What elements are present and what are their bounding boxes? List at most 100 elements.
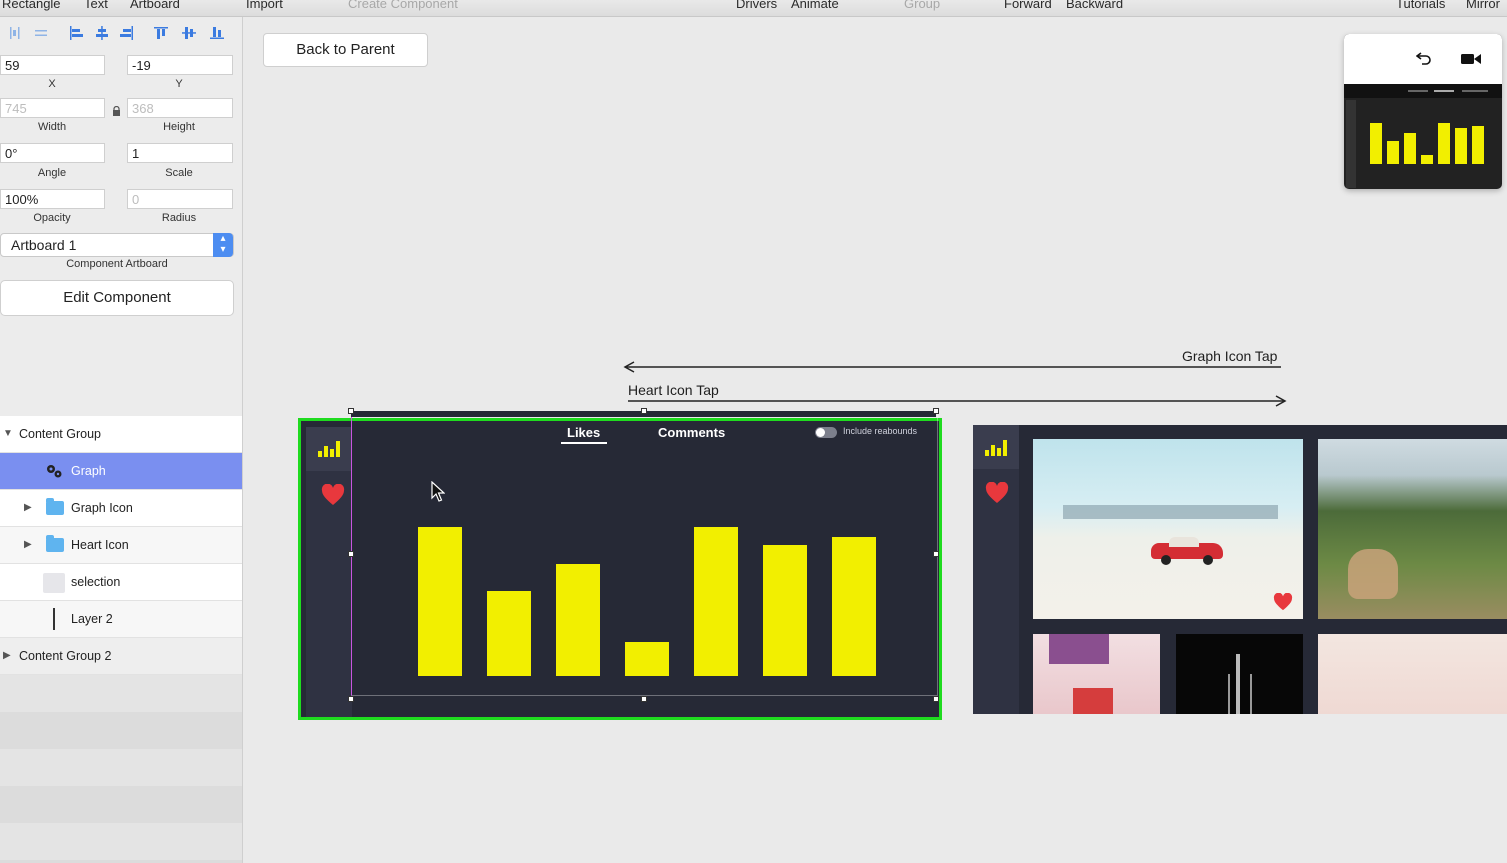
bar-chart-icon[interactable]: [985, 438, 1007, 461]
toolbar-create-component[interactable]: Create Component: [348, 0, 458, 11]
x-label: X: [48, 78, 56, 90]
bar-chart-icon[interactable]: [318, 439, 340, 462]
layer-label: selection: [71, 575, 121, 589]
collapsed-triangle-icon[interactable]: ▶: [3, 650, 11, 661]
toolbar-import[interactable]: Import: [246, 0, 283, 11]
record-video-icon[interactable]: [1461, 52, 1481, 70]
toolbar-group[interactable]: Group: [904, 0, 940, 11]
resize-handle[interactable]: [348, 408, 354, 414]
photo-landscape[interactable]: [1318, 439, 1507, 619]
graph-bar: [1421, 155, 1433, 164]
component-artboard-label: Component Artboard: [66, 258, 168, 270]
heart-icon[interactable]: [321, 483, 345, 511]
align-left-icon[interactable]: [65, 23, 87, 43]
tab-likes-underline: [561, 442, 607, 444]
toolbar-text[interactable]: Text: [84, 0, 108, 11]
graph-bar: [1387, 141, 1399, 164]
preview-sidebar: [1346, 100, 1356, 188]
distribute-vertical-icon[interactable]: [30, 23, 52, 43]
component-gears-icon: [45, 463, 63, 482]
resize-handle[interactable]: [641, 408, 647, 414]
toolbar-drivers[interactable]: Drivers: [736, 0, 777, 11]
artboard-graph[interactable]: Likes Comments Include reabounds: [298, 408, 942, 720]
transition-arrows: [623, 361, 1287, 407]
heart-icon-tap-label: Heart Icon Tap: [628, 382, 719, 398]
toggle-knob: [816, 428, 825, 437]
layer-label: Layer 2: [71, 612, 113, 626]
mouse-cursor-icon: [431, 480, 446, 508]
collapsed-triangle-icon[interactable]: ▶: [24, 539, 32, 550]
top-toolbar: Rectangle Text Artboard Import Create Co…: [0, 0, 1507, 17]
scale-field[interactable]: 1: [127, 143, 233, 163]
edit-component-button[interactable]: Edit Component: [0, 280, 234, 316]
layer-content-group[interactable]: ▼ Content Group: [0, 416, 242, 453]
select-chevron-icon: ▴ ▾: [213, 233, 233, 257]
align-right-icon[interactable]: [116, 23, 138, 43]
layer-graph-icon[interactable]: ▶ Graph Icon: [0, 490, 242, 527]
lock-icon[interactable]: [112, 103, 121, 116]
resize-handle[interactable]: [641, 696, 647, 702]
folder-icon: [46, 498, 64, 515]
include-toggle[interactable]: [815, 427, 837, 438]
radius-label: Radius: [161, 212, 197, 224]
tab-comments[interactable]: Comments: [658, 425, 725, 440]
component-artboard-select[interactable]: Artboard 1 ▴ ▾: [0, 233, 234, 257]
width-field[interactable]: 745: [0, 98, 105, 118]
graph-bar: [625, 642, 669, 676]
graph-bar: [1455, 128, 1467, 164]
x-field[interactable]: 59: [0, 55, 105, 75]
opacity-field[interactable]: 100%: [0, 189, 105, 209]
folder-icon: [46, 535, 64, 552]
photo-birds[interactable]: [1318, 634, 1507, 714]
radius-field[interactable]: 0: [127, 189, 233, 209]
tab-likes[interactable]: Likes: [567, 425, 600, 440]
toolbar-artboard[interactable]: Artboard: [130, 0, 180, 11]
layer-selection[interactable]: selection: [0, 564, 242, 601]
resize-handle[interactable]: [348, 551, 354, 557]
resize-handle[interactable]: [933, 408, 939, 414]
align-top-icon[interactable]: [150, 23, 172, 43]
photo-pink[interactable]: [1033, 634, 1160, 714]
layer-label: Content Group 2: [19, 649, 112, 663]
graph-bar: [1472, 126, 1484, 164]
rectangle-thumbnail-icon: [43, 573, 65, 593]
expanded-triangle-icon[interactable]: ▼: [3, 428, 13, 439]
toolbar-tutorials[interactable]: Tutorials: [1396, 0, 1445, 11]
resize-handle[interactable]: [348, 696, 354, 702]
photo-tower[interactable]: [1176, 634, 1303, 714]
layer-layer-2[interactable]: Layer 2: [0, 601, 242, 638]
back-to-parent-button[interactable]: Back to Parent: [263, 33, 428, 67]
toolbar-backward[interactable]: Backward: [1066, 0, 1123, 11]
align-middle-vertical-icon[interactable]: [178, 23, 200, 43]
layer-label: Heart Icon: [71, 538, 129, 552]
layer-graph[interactable]: Graph: [0, 453, 242, 490]
likes-bar-graph: [418, 527, 876, 676]
graph-bar: [763, 545, 807, 676]
layer-heart-icon[interactable]: ▶ Heart Icon: [0, 527, 242, 564]
graph-bar: [487, 591, 531, 676]
line-thumbnail-icon: [53, 608, 55, 630]
collapsed-triangle-icon[interactable]: ▶: [24, 502, 32, 513]
align-center-horizontal-icon[interactable]: [91, 23, 113, 43]
heart-icon[interactable]: [985, 481, 1031, 512]
undo-icon[interactable]: [1415, 51, 1432, 70]
toolbar-rectangle[interactable]: Rectangle: [2, 0, 61, 11]
graph-bar: [832, 537, 876, 676]
preview-window[interactable]: [1344, 34, 1502, 189]
graph-bar: [1404, 133, 1416, 164]
photo-car[interactable]: [1033, 439, 1303, 619]
y-field[interactable]: -19: [127, 55, 233, 75]
toolbar-animate[interactable]: Animate: [791, 0, 839, 11]
distribute-horizontal-icon[interactable]: [4, 23, 26, 43]
toolbar-forward[interactable]: Forward: [1004, 0, 1052, 11]
resize-handle[interactable]: [933, 551, 939, 557]
artboard-photos[interactable]: [973, 425, 1507, 714]
align-bottom-icon[interactable]: [206, 23, 228, 43]
component-artboard-value: Artboard 1: [11, 237, 77, 253]
height-field[interactable]: 368: [127, 98, 233, 118]
resize-handle[interactable]: [933, 696, 939, 702]
layer-content-group-2[interactable]: ▶ Content Group 2: [0, 638, 242, 675]
toolbar-mirror[interactable]: Mirror: [1466, 0, 1500, 11]
liked-heart-icon[interactable]: [1273, 592, 1293, 616]
angle-field[interactable]: 0°: [0, 143, 105, 163]
